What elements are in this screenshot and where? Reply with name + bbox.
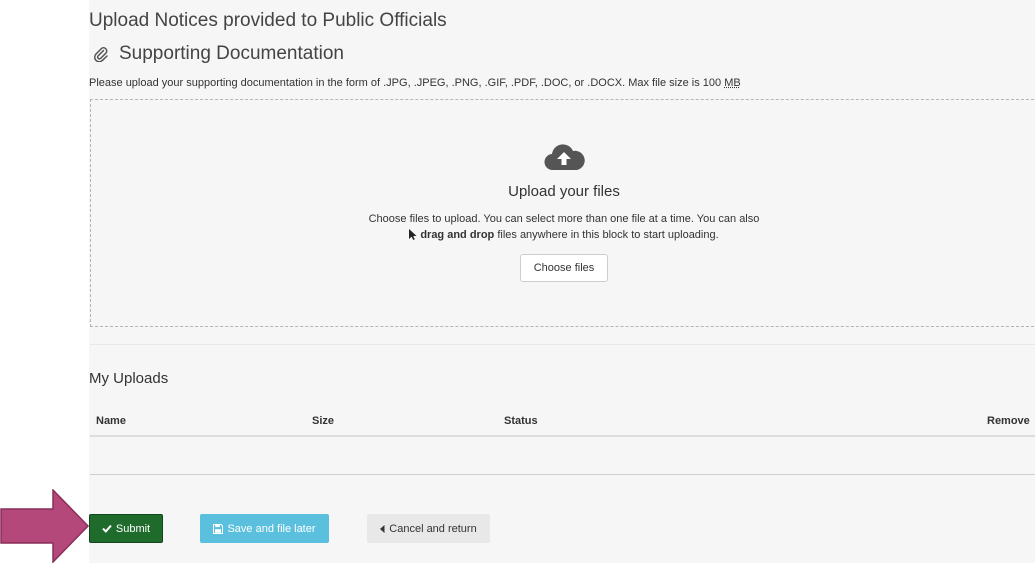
table-header-divider xyxy=(90,435,1035,437)
dropzone-hint-rest: files anywhere in this block to start up… xyxy=(494,229,719,241)
choose-files-button[interactable]: Choose files xyxy=(520,254,608,282)
dropzone-hint-line1: Choose files to upload. You can select m… xyxy=(368,213,760,225)
section-title-text: Supporting Documentation xyxy=(119,43,344,64)
section-title: Supporting Documentation xyxy=(93,43,344,65)
check-icon xyxy=(102,524,112,533)
caret-left-icon xyxy=(380,524,385,533)
size-unit: MB xyxy=(724,77,741,89)
section-divider xyxy=(90,344,1035,345)
upload-heading: Upload your files xyxy=(508,183,620,200)
paperclip-icon xyxy=(93,47,108,62)
page-title: Upload Notices provided to Public Offici… xyxy=(89,10,447,31)
cancel-label: Cancel and return xyxy=(389,522,477,535)
cloud-upload-icon xyxy=(544,144,585,171)
column-header-remove: Remove xyxy=(987,415,1030,427)
column-header-name: Name xyxy=(96,415,126,427)
submit-label: Submit xyxy=(115,522,151,535)
my-uploads-title: My Uploads xyxy=(89,370,169,387)
cancel-and-return-button[interactable]: Cancel and return xyxy=(367,514,490,543)
dropzone-hint-line2: drag and drop files anywhere in this blo… xyxy=(0,229,1035,241)
drag-drop-text: drag and drop xyxy=(420,229,495,241)
floppy-disk-icon xyxy=(213,523,224,534)
pointer-arrow-icon xyxy=(0,489,90,563)
column-header-status: Status xyxy=(504,415,538,427)
instructions-text: Please upload your supporting documentat… xyxy=(89,77,722,89)
submit-button[interactable]: Submit xyxy=(89,514,163,543)
table-bottom-divider xyxy=(90,474,1035,475)
save-label: Save and file later xyxy=(227,522,316,535)
save-and-file-later-button[interactable]: Save and file later xyxy=(200,514,329,543)
cursor-icon xyxy=(409,229,417,240)
column-header-size: Size xyxy=(312,415,335,427)
upload-instructions: Please upload your supporting documentat… xyxy=(89,77,741,89)
